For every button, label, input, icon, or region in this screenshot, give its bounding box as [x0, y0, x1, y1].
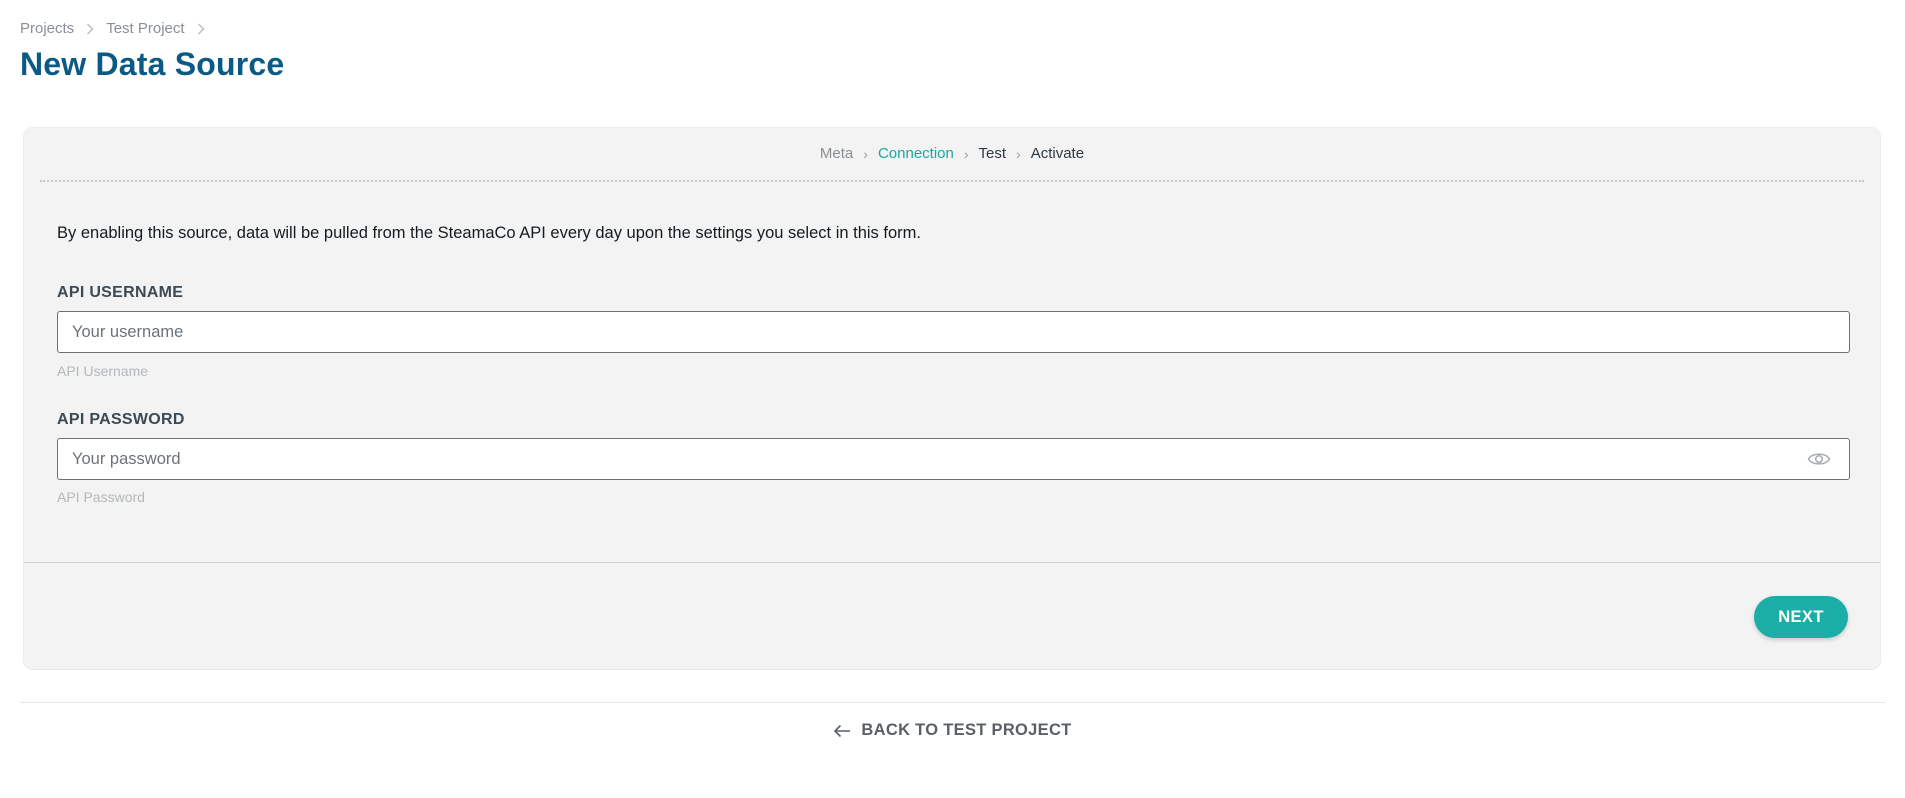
password-label: API PASSWORD: [57, 411, 185, 428]
page-title: New Data Source: [20, 46, 285, 82]
data-source-form-card: Meta › Connection › Test › Activate By e…: [23, 127, 1881, 670]
password-help: API Password: [57, 489, 145, 505]
chevron-right-icon: [195, 23, 207, 35]
step-meta[interactable]: Meta: [820, 145, 853, 162]
chevron-right-icon: ›: [963, 145, 969, 162]
step-activate: Activate: [1030, 145, 1085, 162]
step-test: Test: [978, 145, 1007, 162]
breadcrumb: Projects Test Project: [20, 20, 207, 37]
card-footer-divider: [24, 562, 1880, 563]
chevron-right-icon: ›: [1016, 145, 1021, 162]
eye-icon[interactable]: [1807, 449, 1831, 469]
chevron-right-icon: [84, 23, 96, 35]
breadcrumb-item-test-project[interactable]: Test Project: [106, 20, 184, 37]
chevron-right-icon: ›: [863, 145, 868, 162]
form-intro: By enabling this source, data will be pu…: [57, 224, 921, 242]
password-input[interactable]: [58, 439, 1849, 479]
username-field: [57, 311, 1850, 353]
username-help: API Username: [57, 363, 149, 379]
back-link-label: BACK TO TEST PROJECT: [861, 721, 1072, 739]
breadcrumb-item-projects[interactable]: Projects: [20, 20, 74, 37]
step-connection[interactable]: Connection: [878, 145, 954, 162]
arrow-left-icon: [833, 724, 851, 738]
next-button[interactable]: NEXT: [1754, 596, 1848, 638]
back-to-project-link[interactable]: BACK TO TEST PROJECT: [0, 721, 1905, 740]
password-field: [57, 438, 1850, 480]
stepper-divider: [40, 180, 1864, 182]
username-input[interactable]: [58, 312, 1849, 352]
page-divider: [20, 702, 1885, 703]
stepper: Meta › Connection › Test › Activate: [24, 145, 1880, 162]
username-label: API USERNAME: [57, 284, 184, 301]
